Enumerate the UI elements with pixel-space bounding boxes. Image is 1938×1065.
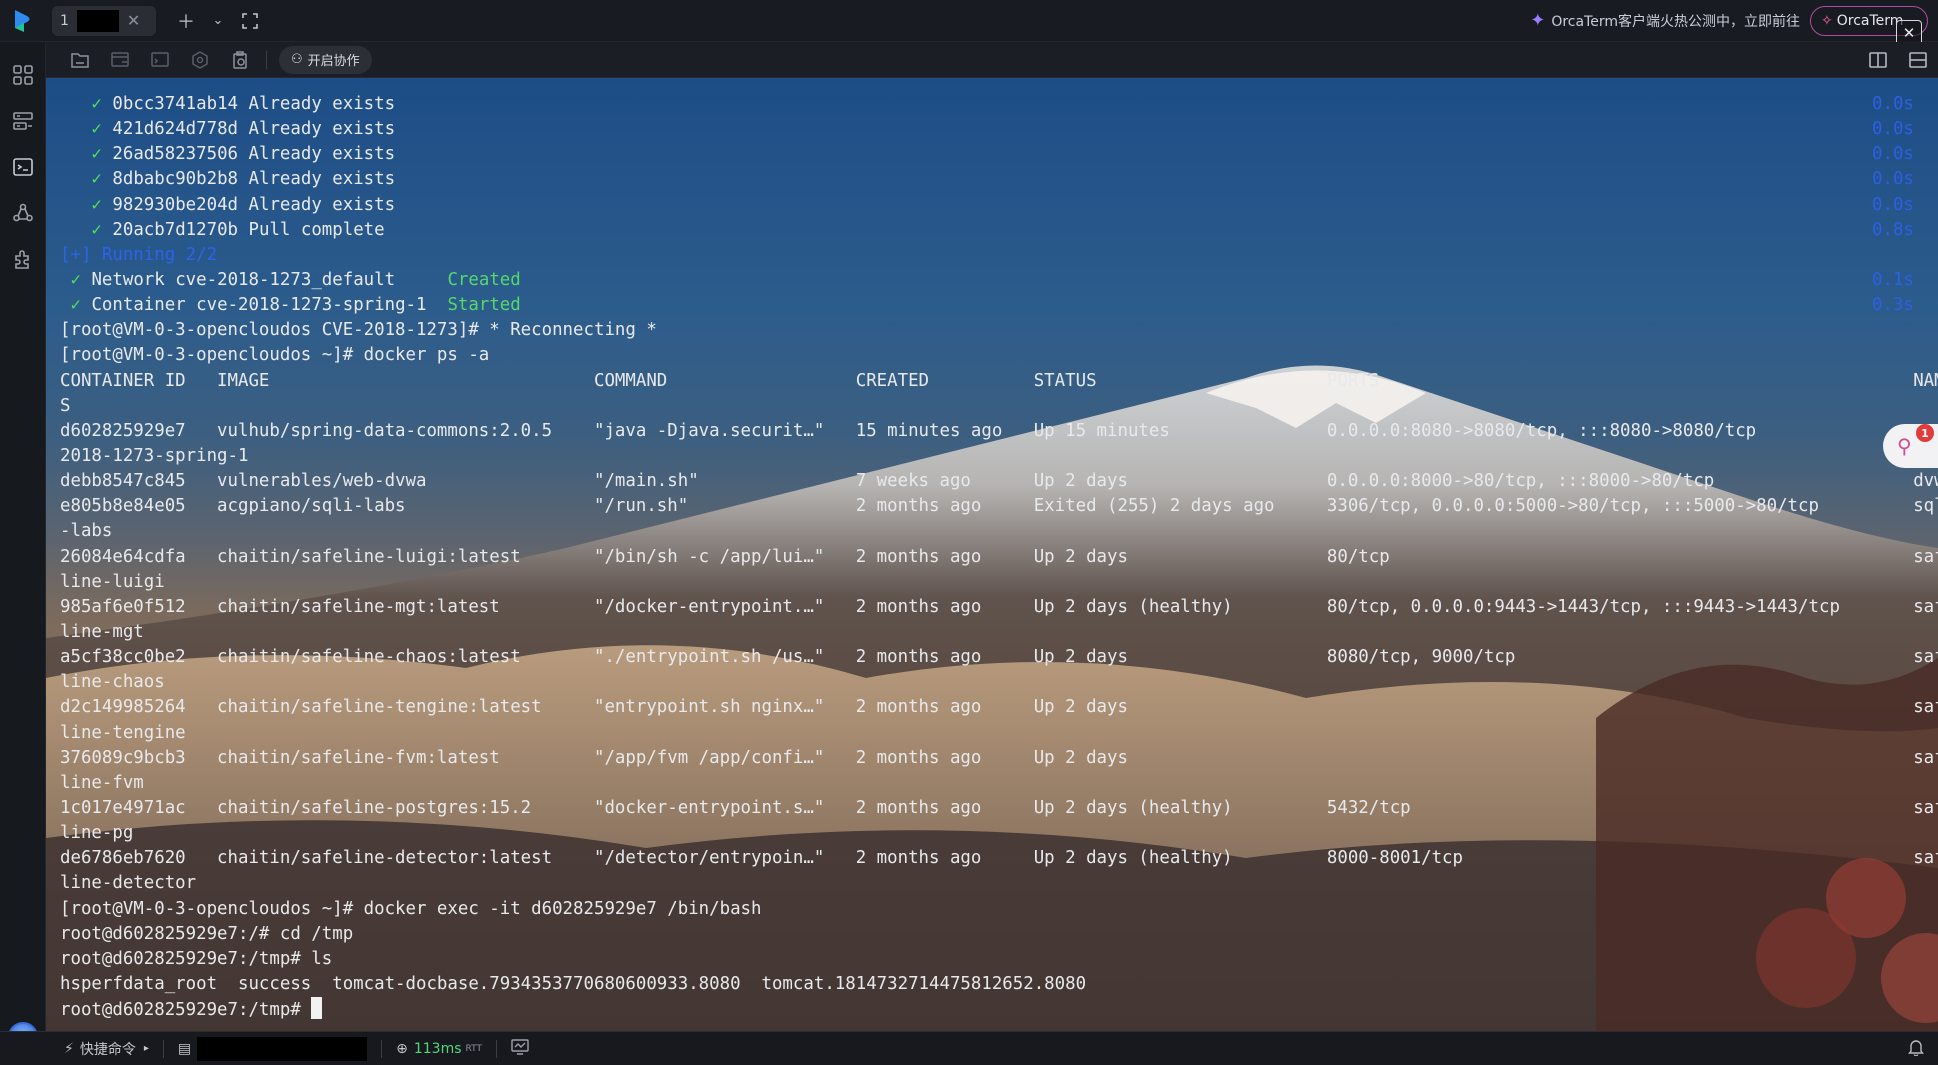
lightning-icon: ⚡ bbox=[64, 1040, 74, 1057]
pull-line: ✓ 0bcc3741ab14 Already exists 0.0s bbox=[91, 94, 1914, 114]
ps-output-row: line-fvm bbox=[60, 772, 144, 793]
promo-banner[interactable]: ✦ OrcaTerm客户端火热公测中，立即前往 bbox=[1530, 10, 1800, 31]
rtt-label: RTT bbox=[465, 1043, 482, 1054]
quick-commands-button[interactable]: ⚡ 快捷命令 ▸ bbox=[64, 1039, 149, 1059]
ps-output-row: e805b8e84e05 acgpiano/sqli-labs "/run.sh… bbox=[60, 496, 1938, 517]
orca-logo-icon bbox=[15, 9, 30, 32]
shell-prompt[interactable]: root@d602825929e7:/tmp# bbox=[60, 997, 1938, 1022]
titlebar-right: ✦ OrcaTerm客户端火热公测中，立即前往 ✧ OrcaTerm bbox=[1530, 0, 1938, 42]
status-bar: ⚡ 快捷命令 ▸ ▤ ⊕ 113ms RTT bbox=[0, 1031, 1938, 1065]
ps-output-row: line-pg bbox=[60, 823, 134, 844]
reconnect-line: [root@VM-0-3-opencloudos CVE-2018-1273]#… bbox=[60, 320, 657, 341]
monitor-icon[interactable] bbox=[511, 1038, 529, 1059]
collab-label: 开启协作 bbox=[307, 54, 360, 69]
ps-output-row: 2018-1273-spring-1 bbox=[60, 445, 249, 466]
ps-output-row: line-luigi bbox=[60, 571, 165, 592]
docker-ps-command: [root@VM-0-3-opencloudos ~]# docker ps -… bbox=[60, 345, 490, 366]
running-status: [+] Running 2/2 bbox=[60, 244, 218, 265]
docker-ps-output: CONTAINER ID IMAGE COMMAND CREATED STATU… bbox=[60, 369, 1938, 897]
ls-output: hsperfdata_root success tomcat-docbase.7… bbox=[60, 973, 1087, 994]
fullscreen-icon[interactable] bbox=[234, 5, 266, 37]
dashboard-icon[interactable] bbox=[0, 52, 46, 98]
session-tab[interactable]: 1 ✕ bbox=[52, 5, 156, 36]
assistant-pin-icon: ⚲ bbox=[1897, 434, 1912, 458]
pull-progress-lines: ✓ 0bcc3741ab14 Already exists 0.0s ✓ 421d… bbox=[60, 92, 1938, 243]
ps-output-row: line-detector bbox=[60, 873, 197, 894]
notification-badge: 1 bbox=[1916, 424, 1934, 442]
ps-output-row: d2c149985264 chaitin/safeline-tengine:la… bbox=[60, 697, 1938, 718]
ps-output-row: 376089c9bcb3 chaitin/safeline-fvm:latest… bbox=[60, 747, 1938, 768]
container-line: ✓ Container cve-2018-1273-spring-1 Start… bbox=[70, 295, 1914, 316]
ps-output-row: 985af6e0f512 chaitin/safeline-mgt:latest… bbox=[60, 596, 1938, 617]
host-info[interactable]: ▤ bbox=[177, 1036, 368, 1061]
terminal-screen[interactable]: ✓ 0bcc3741ab14 Already exists 0.0s ✓ 421d… bbox=[46, 78, 1938, 1031]
pull-line: ✓ 421d624d778d Already exists 0.0s bbox=[91, 119, 1914, 140]
clipboard-icon[interactable] bbox=[220, 45, 260, 75]
ps-output-row: -labs bbox=[60, 521, 113, 542]
sparkle-icon: ✦ bbox=[1530, 10, 1546, 31]
cloud-sync-icon[interactable] bbox=[0, 190, 46, 236]
pull-line: ✓ 20acb7d1270b Pull complete 0.8s bbox=[91, 219, 1914, 240]
pull-line: ✓ 26ad58237506 Already exists 0.0s bbox=[91, 144, 1914, 165]
ps-output-row: 26084e64cdfa chaitin/safeline-luigi:late… bbox=[60, 546, 1938, 567]
screen-icon[interactable] bbox=[140, 45, 180, 75]
orca-star-icon: ✧ bbox=[1821, 12, 1833, 29]
split-horizontal-icon[interactable] bbox=[1898, 45, 1938, 75]
plugin-icon[interactable] bbox=[0, 236, 46, 282]
terminal-toolbar: ⚇ 开启协作 bbox=[46, 42, 1938, 78]
ps-output-row: debb8547c845 vulnerables/web-dvwa "/main… bbox=[60, 471, 1938, 492]
ps-output-row: a5cf38cc0be2 chaitin/safeline-chaos:late… bbox=[60, 647, 1938, 668]
network-line: ✓ Network cve-2018-1273_default Created 0… bbox=[70, 269, 1914, 290]
promo-text: OrcaTerm客户端火热公测中，立即前往 bbox=[1551, 13, 1800, 30]
security-icon[interactable] bbox=[180, 45, 220, 75]
cd-command: root@d602825929e7:/# cd /tmp bbox=[60, 923, 354, 944]
file-transfer-icon[interactable] bbox=[100, 45, 140, 75]
caret-right-icon: ▸ bbox=[143, 1043, 149, 1054]
host-icon: ▤ bbox=[177, 1040, 192, 1057]
orcaterm-label: OrcaTerm bbox=[1836, 12, 1904, 29]
ps-output-row: d602825929e7 vulhub/spring-data-commons:… bbox=[60, 420, 1938, 441]
latency-indicator: ⊕ 113ms RTT bbox=[396, 1041, 482, 1057]
server-list-icon[interactable] bbox=[0, 98, 46, 144]
chevron-down-icon[interactable]: ⌄ bbox=[202, 5, 234, 37]
ps-output-row: S bbox=[60, 395, 71, 416]
docker-exec-command: [root@VM-0-3-opencloudos ~]# docker exec… bbox=[60, 898, 762, 919]
title-bar: 1 ✕ ＋ ⌄ ✦ OrcaTerm客户端火热公测中，立即前往 ✧ OrcaTe… bbox=[0, 0, 1938, 42]
redacted-host-name bbox=[76, 9, 119, 32]
close-tab-icon[interactable]: ✕ bbox=[127, 11, 140, 30]
ls-command: root@d602825929e7:/tmp# ls bbox=[60, 948, 333, 969]
bell-icon[interactable] bbox=[1908, 1038, 1924, 1060]
pull-line: ✓ 982930be204d Already exists 0.0s bbox=[91, 194, 1914, 215]
terminal-icon[interactable] bbox=[0, 144, 46, 190]
add-user-icon: ⚇ bbox=[291, 52, 303, 67]
ps-output-row: 1c017e4971ac chaitin/safeline-postgres:1… bbox=[60, 797, 1938, 818]
tab-number: 1 bbox=[60, 12, 69, 29]
ps-output-row: de6786eb7620 chaitin/safeline-detector:l… bbox=[60, 848, 1938, 869]
left-sidebar bbox=[0, 42, 46, 1052]
start-collaboration-button[interactable]: ⚇ 开启协作 bbox=[279, 45, 372, 74]
redacted-host-info bbox=[197, 1036, 368, 1061]
globe-icon: ⊕ bbox=[396, 1040, 408, 1057]
layout-buttons bbox=[1858, 45, 1938, 75]
text-cursor bbox=[311, 997, 323, 1020]
latency-value: 113ms bbox=[413, 1040, 462, 1057]
ps-output-row: line-tengine bbox=[60, 722, 186, 743]
split-vertical-icon[interactable] bbox=[1858, 45, 1898, 75]
app-logo bbox=[0, 0, 46, 42]
ps-output-row: line-chaos bbox=[60, 672, 165, 693]
add-tab-icon[interactable]: ＋ bbox=[170, 5, 202, 37]
terminal-output: ✓ 0bcc3741ab14 Already exists 0.0s ✓ 421d… bbox=[60, 92, 1938, 1022]
ps-output-row: line-mgt bbox=[60, 621, 144, 642]
sftp-icon[interactable] bbox=[60, 45, 100, 75]
pull-line: ✓ 8dbabc90b2b8 Already exists 0.0s bbox=[91, 169, 1914, 190]
ps-header-row: CONTAINER ID IMAGE COMMAND CREATED STATU… bbox=[60, 370, 1938, 391]
quick-commands-label: 快捷命令 bbox=[79, 1041, 136, 1058]
